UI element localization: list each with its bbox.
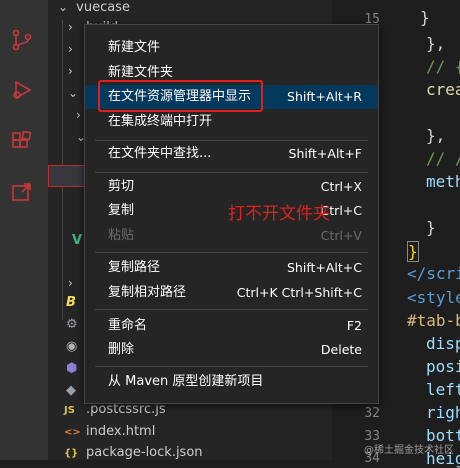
menu-separator <box>95 140 368 141</box>
vue-file-icon: V <box>72 233 83 248</box>
file-label: package-lock.json <box>86 445 203 460</box>
tree-chevron[interactable]: › <box>68 38 82 60</box>
gear-icon: ⚙ <box>66 317 78 332</box>
code-line: }, <box>426 126 446 145</box>
annotation-highlight-box <box>98 80 263 112</box>
run-debug-icon[interactable] <box>10 78 34 102</box>
tree-chevron[interactable]: › <box>68 272 82 294</box>
menu-item-cut[interactable]: 剪切 Ctrl+X <box>85 175 378 199</box>
extensions-icon[interactable] <box>10 130 34 154</box>
code-line: disp <box>426 334 460 353</box>
tree-chevron[interactable]: › <box>68 60 82 82</box>
source-control-icon[interactable] <box>10 28 34 52</box>
menu-item-copy-path[interactable]: 复制路径 Shift+Alt+C <box>85 256 378 280</box>
code-line: </scri <box>407 264 460 283</box>
menu-item-delete[interactable]: 删除 Delete <box>85 338 378 362</box>
code-line: righ <box>426 403 460 422</box>
code-line: // / <box>426 149 460 168</box>
menu-separator <box>95 252 368 253</box>
code-line: } <box>426 218 436 237</box>
menu-item-open-in-terminal[interactable]: 在集成终端中打开 <box>85 110 378 134</box>
code-line: posi <box>426 357 460 376</box>
menu-separator <box>95 309 368 310</box>
editorconfig-file-icon: ◉ <box>66 339 78 354</box>
menu-item-rename[interactable]: 重命名 F2 <box>85 314 378 338</box>
json-file-icon: {} <box>64 448 79 459</box>
code-line: crea <box>426 80 460 99</box>
chevron-right-icon: › <box>68 20 73 34</box>
code-line: #tab-b <box>407 311 460 330</box>
html-file-icon: <> <box>64 427 81 438</box>
menu-item-new-file[interactable]: 新建文件 <box>85 36 378 60</box>
babel-file-icon: B <box>66 295 76 310</box>
code-line: // { <box>426 57 460 76</box>
file-label: index.html <box>86 424 156 439</box>
code-line: <style <box>407 288 460 307</box>
menu-separator <box>95 172 368 173</box>
code-line: meth <box>426 172 460 191</box>
js-file-icon: JS <box>64 405 75 416</box>
menu-item-copy-relative-path[interactable]: 复制相对路径 Ctrl+K Ctrl+Shift+C <box>85 281 378 305</box>
folder-label: vuecase <box>76 0 130 15</box>
annotation-text: 打不开文件夹 <box>228 204 330 224</box>
code-line: } <box>420 8 430 27</box>
menu-item-find-in-folder[interactable]: 在文件夹中查找... Shift+Alt+F <box>85 142 378 166</box>
file-index-html[interactable]: <> index.html <box>64 421 155 443</box>
file-label: .postcssrc.js <box>86 402 166 417</box>
code-line: } <box>407 241 419 262</box>
eslint-file-icon: ⬢ <box>66 361 78 376</box>
menu-separator <box>95 366 368 367</box>
watermark: @稀土掘金技术社区 <box>364 445 454 456</box>
code-line: left <box>426 380 460 399</box>
tree-chevron[interactable]: ⌄ <box>68 82 82 104</box>
file-package-lock[interactable]: {} package-lock.json <box>64 442 203 464</box>
menu-item-paste[interactable]: 粘贴 Ctrl+V <box>85 224 378 248</box>
selected-folder-row[interactable] <box>48 165 86 187</box>
activity-bar <box>0 0 48 460</box>
line-number: 32 <box>364 406 380 421</box>
menu-item-maven-archetype[interactable]: 从 Maven 原型创建新项目 <box>85 370 378 394</box>
remote-explorer-icon[interactable] <box>10 180 34 204</box>
code-line: }, <box>426 34 446 53</box>
